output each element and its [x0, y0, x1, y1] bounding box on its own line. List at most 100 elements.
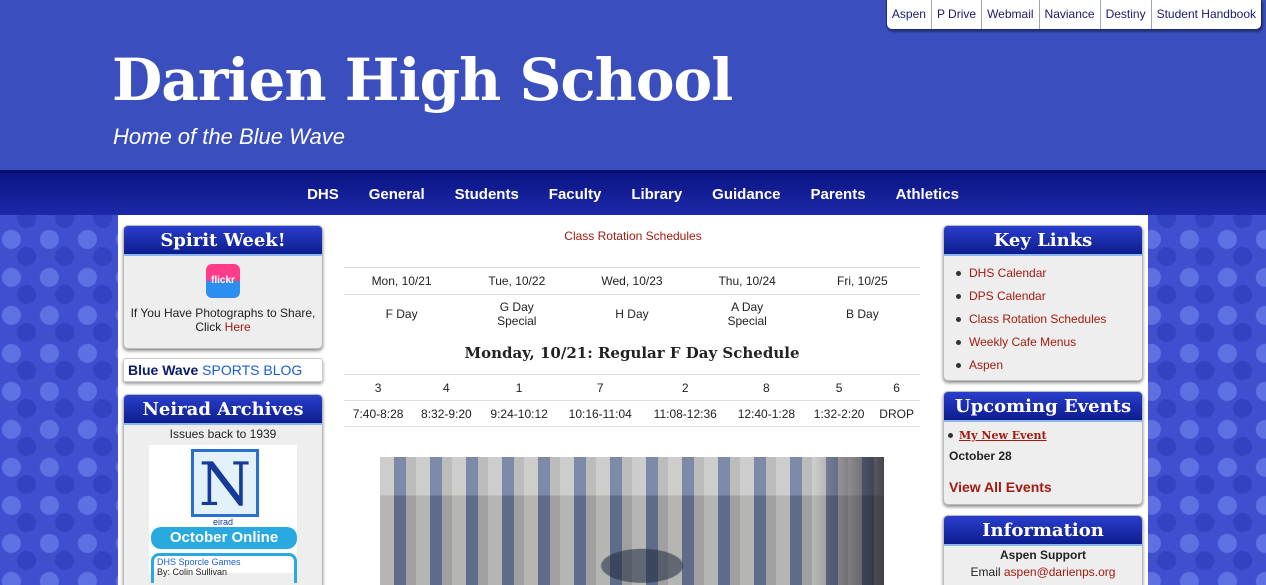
day-date: Mon, 10/21	[344, 267, 460, 295]
key-links-title: Key Links	[944, 226, 1142, 256]
day-date: Fri, 10/25	[804, 267, 920, 295]
key-link-dhs-calendar[interactable]: DHS Calendar	[969, 266, 1046, 280]
aspen-support-email-link[interactable]: aspen@darienps.org	[1004, 565, 1116, 579]
period-time: 10:16-11:04	[557, 400, 643, 427]
site-title[interactable]: Darien High School	[112, 46, 733, 114]
day-letter: B Day	[846, 307, 879, 322]
period-time: DROP	[873, 400, 920, 427]
football-team-photo[interactable]	[380, 457, 884, 585]
nav-guidance[interactable]: Guidance	[697, 173, 795, 215]
flickr-icon[interactable]: flickr	[206, 264, 240, 298]
period-number: 4	[412, 374, 481, 401]
email-label: Email	[970, 565, 1001, 579]
period-time: 8:32-9:20	[412, 400, 481, 427]
sports-blog-banner[interactable]: Blue Wave SPORTS BLOG	[123, 358, 323, 382]
aspen-support-email-row: Email aspen@darienps.org	[944, 562, 1142, 579]
class-rotation-link[interactable]: Class Rotation Schedules	[564, 229, 701, 243]
nav-library[interactable]: Library	[616, 173, 697, 215]
sporcle-author: By: Colin Sullivan	[157, 567, 228, 577]
key-link-cafe-menus[interactable]: Weekly Cafe Menus	[969, 335, 1076, 349]
sporcle-title: DHS Sporcle Games	[157, 557, 241, 567]
nav-faculty[interactable]: Faculty	[534, 173, 617, 215]
day-letter: H Day	[615, 307, 649, 322]
aspen-support-heading: Aspen Support	[1000, 548, 1086, 562]
nav-athletics[interactable]: Athletics	[881, 173, 974, 215]
period-time: 12:40-1:28	[727, 400, 805, 427]
nav-students[interactable]: Students	[440, 173, 534, 215]
key-link-item: DPS Calendar	[954, 285, 1142, 308]
period-schedule-table: 3 4 1 7 2 8 5 6 7:40-8:28 8:32-9:20 9:24…	[344, 374, 920, 427]
sports-blog-name: Blue Wave	[128, 362, 199, 378]
utility-links: Aspen P Drive Webmail Naviance Destiny S…	[885, 0, 1262, 30]
key-link-item: Class Rotation Schedules	[954, 308, 1142, 331]
top-link-p-drive[interactable]: P Drive	[930, 0, 981, 29]
day-date: Wed, 10/23	[574, 267, 690, 295]
information-title: Information	[944, 516, 1142, 546]
neirad-logo-word: eirad	[213, 517, 234, 527]
top-link-aspen[interactable]: Aspen	[887, 0, 931, 29]
event-link[interactable]: My New Event	[959, 429, 1047, 442]
sports-blog-suffix: SPORTS BLOG	[202, 362, 303, 378]
nav-general[interactable]: General	[354, 173, 440, 215]
day-letter: G Day	[499, 300, 534, 315]
day-letter: F Day	[385, 307, 418, 322]
neirad-subtitle: Issues back to 1939	[169, 427, 277, 441]
view-all-events-link[interactable]: View All Events	[944, 463, 1142, 495]
key-link-aspen[interactable]: Aspen	[969, 358, 1003, 372]
upcoming-events-box: Upcoming Events My New Event October 28 …	[943, 391, 1143, 505]
spirit-week-box: Spirit Week! flickr If You Have Photogra…	[123, 225, 323, 349]
neirad-archives-title: Neirad Archives	[124, 395, 322, 425]
period-time: 1:32-2:20	[805, 400, 874, 427]
top-link-student-handbook[interactable]: Student Handbook	[1150, 0, 1261, 29]
top-link-naviance[interactable]: Naviance	[1038, 0, 1100, 29]
period-number: 3	[344, 374, 413, 401]
day-letter-cell: H Day	[574, 294, 690, 334]
day-rotation-table: Mon, 10/21 Tue, 10/22 Wed, 10/23 Thu, 10…	[344, 267, 920, 334]
period-number: 5	[805, 374, 874, 401]
key-links-box: Key Links DHS Calendar DPS Calendar Clas…	[943, 225, 1143, 381]
key-link-item: Aspen	[954, 354, 1142, 377]
main-nav: DHS General Students Faculty Library Gui…	[0, 170, 1266, 215]
nav-dhs[interactable]: DHS	[292, 173, 354, 215]
events-list: My New Event	[944, 422, 1142, 447]
spirit-week-here-link[interactable]: Here	[225, 320, 251, 334]
period-number: 6	[873, 374, 920, 401]
key-links-list: DHS Calendar DPS Calendar Class Rotation…	[944, 256, 1142, 377]
key-link-dps-calendar[interactable]: DPS Calendar	[969, 289, 1046, 303]
day-letter-cell: F Day	[344, 294, 460, 334]
neirad-archives-box: Neirad Archives Issues back to 1939 N ei…	[123, 394, 323, 585]
top-link-webmail[interactable]: Webmail	[981, 0, 1038, 29]
period-number: 1	[480, 374, 558, 401]
day-letter: A Day	[731, 300, 764, 315]
key-link-class-rotation[interactable]: Class Rotation Schedules	[969, 312, 1106, 326]
day-note: Special	[497, 314, 537, 329]
day-letter-cell: G Day Special	[459, 294, 575, 334]
day-note: Special	[727, 314, 767, 329]
main-content: Spirit Week! flickr If You Have Photogra…	[118, 215, 1148, 585]
spirit-week-text: If You Have Photographs to Share, Click …	[124, 306, 322, 334]
key-link-item: DHS Calendar	[954, 262, 1142, 285]
spirit-week-prompt: If You Have Photographs to Share, Click	[130, 306, 316, 334]
key-link-item: Weekly Cafe Menus	[954, 331, 1142, 354]
period-time: 9:24-10:12	[480, 400, 558, 427]
period-time: 11:08-12:36	[642, 400, 728, 427]
upcoming-events-title: Upcoming Events	[944, 392, 1142, 422]
event-date: October 28	[949, 449, 1012, 463]
period-number: 8	[727, 374, 805, 401]
site-header: Aspen P Drive Webmail Naviance Destiny S…	[0, 0, 1266, 170]
october-online-banner[interactable]: October Online	[151, 527, 297, 549]
period-number: 2	[642, 374, 728, 401]
sporcle-games-card[interactable]: DHS Sporcle Games By: Colin Sullivan	[151, 553, 297, 583]
nav-parents[interactable]: Parents	[796, 173, 881, 215]
event-item: My New Event	[946, 424, 1142, 447]
neirad-logo-mark: N	[191, 449, 259, 518]
top-link-destiny[interactable]: Destiny	[1099, 0, 1151, 29]
period-number: 7	[557, 374, 643, 401]
day-letter-cell: A Day Special	[689, 294, 805, 334]
neirad-logo[interactable]: N eirad October Online DHS Sporcle Games…	[149, 445, 297, 583]
period-time: 7:40-8:28	[344, 400, 413, 427]
schedule-title: Monday, 10/21: Regular F Day Schedule	[464, 344, 800, 362]
day-date: Tue, 10/22	[459, 267, 575, 295]
day-date: Thu, 10/24	[689, 267, 805, 295]
site-tagline: Home of the Blue Wave	[113, 124, 345, 149]
